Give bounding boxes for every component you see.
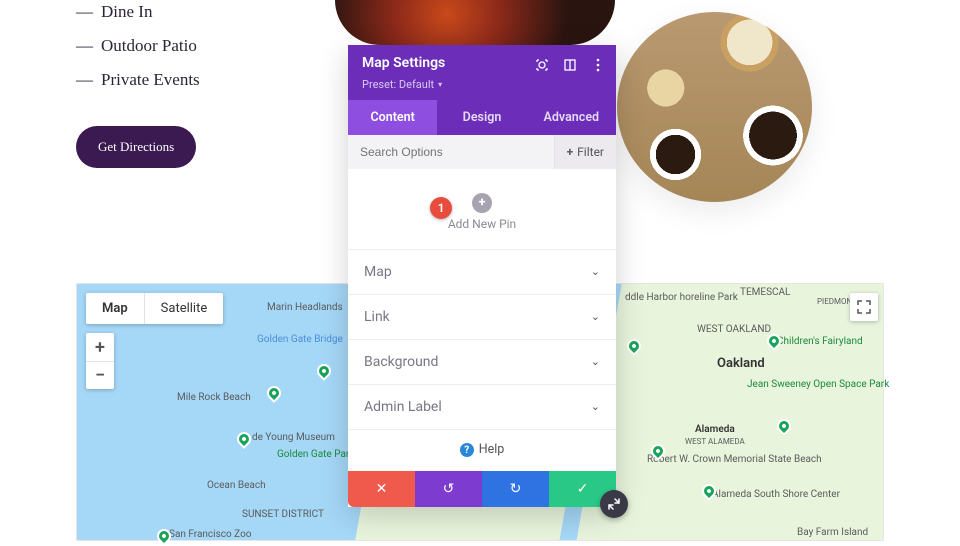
- responsive-icon[interactable]: [562, 57, 578, 73]
- map-type-switch: Map Satellite: [86, 293, 223, 324]
- map-pin-icon[interactable]: [264, 383, 284, 403]
- list-item: —Private Events: [76, 70, 200, 90]
- map-place-label: Alameda South Shore Center: [712, 489, 840, 500]
- step-badge: 1: [430, 197, 452, 219]
- map-type-map-button[interactable]: Map: [86, 293, 144, 324]
- chevron-down-icon: ⌄: [591, 400, 600, 413]
- tab-content[interactable]: Content: [348, 100, 437, 135]
- hero-food-image-top: [335, 0, 615, 45]
- chevron-down-icon: ▾: [438, 80, 442, 89]
- tab-label: Content: [370, 110, 414, 125]
- map-place-label: Alameda: [695, 424, 735, 435]
- filter-label: Filter: [577, 145, 604, 159]
- help-icon: ?: [460, 443, 474, 457]
- cancel-button[interactable]: ✕: [348, 471, 415, 507]
- cta-label: Get Directions: [98, 139, 174, 154]
- chevron-down-icon: ⌄: [591, 265, 600, 278]
- list-item: —Dine In: [76, 2, 200, 22]
- tab-label: Design: [463, 110, 502, 125]
- list-item-label: Dine In: [101, 2, 152, 22]
- map-place-label: Robert W. Crown Memorial State Beach: [647, 454, 822, 465]
- section-label: Admin Label: [364, 399, 442, 415]
- panel-header: Map Settings Preset: Default▾: [348, 45, 616, 100]
- help-row[interactable]: ? Help: [348, 429, 616, 472]
- map-place-label: Marin Headlands: [267, 302, 343, 313]
- map-place-label: Ocean Beach: [207, 480, 266, 491]
- map-place-label: Bay Farm Island: [797, 527, 868, 538]
- map-type-label: Satellite: [161, 301, 208, 316]
- add-pin-label: Add New Pin: [348, 217, 616, 231]
- undo-icon: ↺: [443, 481, 455, 497]
- map-type-satellite-button[interactable]: Satellite: [144, 293, 224, 324]
- list-item-label: Private Events: [101, 70, 200, 90]
- close-icon: ✕: [376, 481, 388, 497]
- section-background[interactable]: Background ⌄: [348, 339, 616, 384]
- section-link[interactable]: Link ⌄: [348, 294, 616, 339]
- filter-button[interactable]: +Filter: [554, 135, 616, 169]
- tab-design[interactable]: Design: [437, 100, 526, 135]
- section-label: Background: [364, 354, 438, 370]
- section-label: Map: [364, 264, 392, 280]
- map-place-label: de Young Museum: [252, 432, 335, 443]
- map-place-label: Jean Sweeney Open Space Park: [747, 379, 889, 390]
- map-settings-panel: Map Settings Preset: Default▾ Content De…: [348, 45, 616, 507]
- section-map[interactable]: Map ⌄: [348, 249, 616, 294]
- list-item-label: Outdoor Patio: [101, 36, 197, 56]
- chevron-down-icon: ⌄: [591, 355, 600, 368]
- tab-label: Advanced: [544, 110, 600, 125]
- map-place-label: Oakland: [717, 356, 765, 371]
- map-pin-icon[interactable]: [314, 361, 334, 381]
- redo-button[interactable]: ↻: [482, 471, 549, 507]
- map-place-label: WEST OAKLAND: [697, 324, 771, 335]
- map-place-label: WEST ALAMEDA: [685, 437, 745, 446]
- expand-panel-button[interactable]: [600, 490, 628, 518]
- map-zoom-controls: + −: [86, 333, 114, 389]
- preset-label: Preset: Default: [362, 78, 434, 91]
- fullscreen-icon: [857, 300, 871, 314]
- map-fullscreen-button[interactable]: [850, 293, 878, 321]
- kebab-icon[interactable]: [590, 57, 606, 73]
- panel-tabs: Content Design Advanced: [348, 100, 616, 135]
- tab-advanced[interactable]: Advanced: [527, 100, 616, 135]
- map-place-label: Golden Gate Park: [277, 449, 354, 460]
- add-pin-area: 1 + Add New Pin: [348, 169, 616, 249]
- map-pin-icon[interactable]: [774, 416, 794, 436]
- undo-button[interactable]: ↺: [415, 471, 482, 507]
- services-list: —Dine In —Outdoor Patio —Private Events …: [76, 2, 200, 168]
- redo-icon: ↻: [510, 481, 522, 497]
- map-place-label: ddle Harbor horeline Park: [625, 292, 738, 303]
- section-admin-label[interactable]: Admin Label ⌄: [348, 384, 616, 429]
- panel-actions: ✕ ↺ ↻ ✓: [348, 471, 616, 507]
- search-input[interactable]: [348, 135, 554, 169]
- map-place-label: Mile Rock Beach: [177, 392, 251, 403]
- zoom-in-button[interactable]: +: [86, 333, 114, 361]
- map-place-label: Children's Fairyland: [777, 336, 863, 347]
- hover-icon[interactable]: [534, 57, 550, 73]
- section-label: Link: [364, 309, 390, 325]
- map-place-label: Golden Gate Bridge: [257, 334, 343, 345]
- help-label: Help: [479, 442, 505, 457]
- get-directions-button[interactable]: Get Directions: [76, 126, 196, 168]
- list-item: —Outdoor Patio: [76, 36, 200, 56]
- preset-dropdown[interactable]: Preset: Default ▾: [362, 78, 442, 91]
- map-place-label: TEMESCAL: [740, 287, 790, 298]
- search-row: +Filter: [348, 135, 616, 169]
- map-pin-icon[interactable]: [624, 336, 644, 356]
- chevron-down-icon: ⌄: [591, 310, 600, 323]
- zoom-out-button[interactable]: −: [86, 361, 114, 389]
- map-place-label: San Francisco Zoo: [169, 529, 251, 540]
- map-pin-icon[interactable]: [234, 429, 254, 449]
- check-icon: ✓: [577, 481, 589, 497]
- map-place-label: SUNSET DISTRICT: [242, 509, 324, 520]
- expand-icon: [607, 497, 621, 511]
- map-type-label: Map: [102, 301, 128, 316]
- hero-food-image-right: [617, 12, 812, 202]
- add-pin-button[interactable]: +: [472, 193, 492, 213]
